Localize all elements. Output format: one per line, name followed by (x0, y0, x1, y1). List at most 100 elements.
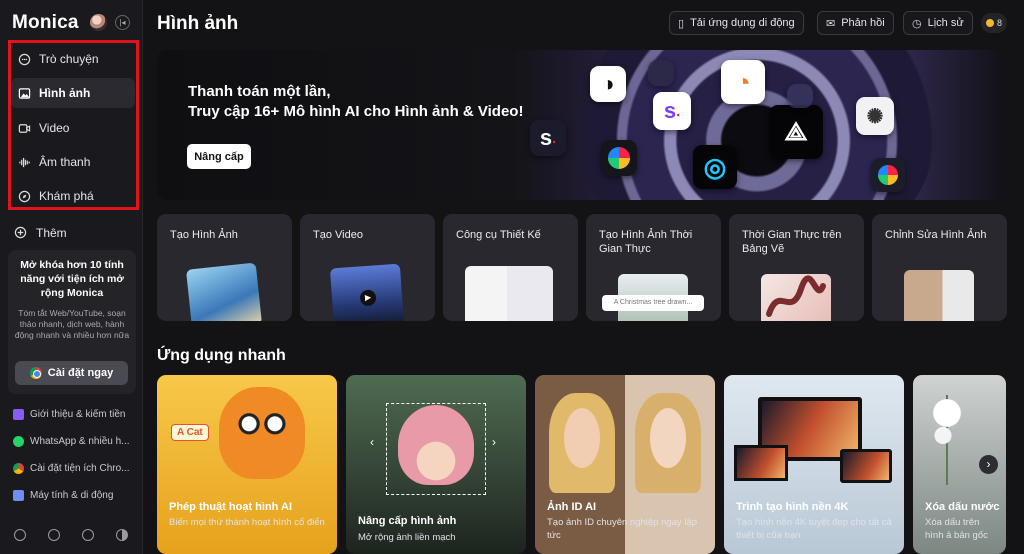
carousel-next-button[interactable]: › (979, 455, 998, 474)
arrow-right-icon: › (492, 435, 496, 449)
upgrade-button[interactable]: Nâng cấp (187, 144, 251, 169)
feature-card-title: Thời Gian Thực trên Bảng Vẽ (742, 229, 842, 255)
feature-card-design-tools[interactable]: Công cụ Thiết Kế (443, 214, 578, 321)
ai-model-logo-icon (787, 84, 813, 108)
quick-app-ai-id-photo[interactable]: Ảnh ID AI Tạo ảnh ID chuyên nghiệp ngay … (535, 375, 715, 554)
sidebar-item-label: Hình ảnh (39, 86, 91, 100)
sidebar-link-desktop-mobile[interactable]: Máy tính & di động (13, 490, 138, 501)
sidebar-item-label: Trò chuyện (39, 52, 99, 66)
feature-card-title: Chỉnh Sửa Hình Ảnh (885, 229, 987, 241)
feature-card-title: Công cụ Thiết Kế (456, 229, 541, 241)
feedback-button[interactable]: ✉ Phản hồi (817, 11, 894, 35)
ai-model-logo-icon: ✺ (856, 97, 894, 135)
sidebar-item-video[interactable]: Video (11, 113, 135, 143)
settings-icon[interactable] (82, 529, 94, 541)
brand-logo[interactable]: Monica (12, 12, 79, 34)
quick-app-title: Nâng cấp hình ảnh (358, 515, 457, 527)
sidebar-link-chrome-extension[interactable]: Cài đặt tiện ích Chro... (13, 463, 138, 474)
portrait-edit-thumbnail (904, 270, 974, 321)
quick-app-title: Ảnh ID AI (547, 501, 597, 513)
chrome-icon (29, 367, 42, 379)
chat-bubble-icon (17, 52, 31, 66)
sidebar-footer (14, 529, 128, 541)
arrow-left-icon: ‹ (370, 435, 374, 449)
prompt-caption: A Christmas tree drawn... (602, 295, 704, 311)
laptop-illustration (734, 445, 788, 481)
help-icon[interactable] (48, 529, 60, 541)
sidebar-item-explore[interactable]: Khám phá (11, 181, 135, 211)
sidebar-item-chat[interactable]: Trò chuyện (11, 44, 135, 74)
feature-card-title: Tạo Video (313, 229, 363, 241)
quick-app-description: Mở rộng ảnh liền mạch (358, 532, 456, 543)
header-button-label: Tải ứng dụng di động (690, 17, 795, 29)
flower-photo (927, 395, 967, 485)
quick-apps-title: Ứng dụng nhanh (157, 347, 286, 364)
theme-toggle-icon[interactable] (116, 529, 128, 541)
sidebar-item-audio[interactable]: Âm thanh (11, 147, 135, 177)
whatsapp-icon (13, 436, 24, 447)
feature-card-realtime-image[interactable]: Tạo Hình Ảnh Thời Gian Thực A Christmas … (586, 214, 721, 321)
banner-headline: Thanh toán một lần, (188, 83, 331, 100)
phone-icon: ▯ (678, 17, 685, 30)
quick-app-image-upscale[interactable]: ‹ › Nâng cấp hình ảnh Mở rộng ảnh liền m… (346, 375, 526, 554)
image-icon (17, 86, 31, 100)
sidebar: Monica |◂ Trò chuyện Hình ảnh Video Âm t… (0, 0, 143, 554)
collapse-sidebar-icon[interactable]: |◂ (115, 15, 130, 30)
ai-model-logo-icon: ◎ (693, 145, 737, 189)
quick-app-description: Xóa dấu trên hình ả bản gốc (925, 517, 988, 541)
ai-model-logo-icon: ⟁ (769, 105, 823, 159)
canvas-drawing-thumbnail (761, 274, 831, 321)
design-cards-thumbnail (465, 266, 553, 321)
sidebar-link-referral[interactable]: Giới thiệu & kiếm tiền (13, 409, 138, 420)
tablet-illustration (840, 449, 892, 483)
feature-card-title: Tạo Hình Ảnh (170, 229, 238, 241)
feature-card-realtime-canvas[interactable]: Thời Gian Thực trên Bảng Vẽ (729, 214, 864, 321)
mail-icon: ✉ (826, 17, 836, 30)
feature-card-title: Tạo Hình Ảnh Thời Gian Thực (599, 229, 693, 255)
sidebar-item-label: Video (39, 121, 70, 135)
home-icon[interactable] (14, 529, 26, 541)
avatar[interactable] (90, 14, 107, 31)
quick-app-description: Biến mọi thứ thành hoạt hình cổ điển (169, 517, 325, 528)
cartoon-cat-illustration (219, 387, 305, 479)
history-button[interactable]: ◷ Lịch sử (903, 11, 973, 35)
chrome-icon (13, 463, 24, 474)
ai-model-logo-icon (871, 158, 905, 192)
play-icon: ▶ (359, 289, 377, 307)
sidebar-link-label: Máy tính & di động (30, 490, 114, 501)
ai-model-logo-icon: s. (653, 92, 691, 130)
brush-stroke-icon (766, 275, 826, 317)
feature-card-create-video[interactable]: Tạo Video ▶ (300, 214, 435, 321)
sidebar-item-label: Khám phá (39, 189, 94, 203)
monica-app: Monica |◂ Trò chuyện Hình ảnh Video Âm t… (0, 0, 1024, 554)
cat-tag-label: A Cat (171, 424, 209, 441)
portrait-photo-left (549, 393, 615, 493)
sidebar-item-more[interactable]: Thêm (14, 226, 67, 240)
download-mobile-app-button[interactable]: ▯ Tải ứng dụng di động (669, 11, 804, 35)
ai-model-logo-icon: ◑ (590, 66, 626, 102)
quick-app-4k-wallpaper[interactable]: Trình tạo hình nền 4K Tạo hình nền 4K tu… (724, 375, 904, 554)
header-button-label: Phản hồi (841, 17, 885, 29)
portrait-photo-right (635, 393, 701, 493)
quick-app-ai-cartoon[interactable]: A Cat Phép thuật hoạt hình AI Biến mọi t… (157, 375, 337, 554)
promo-banner[interactable]: Thanh toán một lần, Truy cập 16+ Mô hình… (157, 50, 1006, 200)
credits-badge[interactable]: 8 (981, 13, 1008, 33)
sidebar-link-whatsapp[interactable]: WhatsApp & nhiều h... (13, 436, 138, 447)
ai-model-logo-icon (601, 140, 637, 176)
audio-wave-icon (17, 155, 31, 169)
devices-icon (13, 490, 24, 501)
quick-app-title: Phép thuật hoạt hình AI (169, 501, 293, 513)
quick-app-description: Tạo ảnh ID chuyên nghiệp ngay lập tức (547, 517, 697, 541)
ai-model-logo-icon: ◔ (721, 60, 765, 104)
city-video-thumbnail: ▶ (329, 263, 405, 321)
quick-app-title: Trình tạo hình nền 4K (736, 501, 849, 513)
feature-card-create-image[interactable]: Tạo Hình Ảnh (157, 214, 292, 321)
install-now-button[interactable]: Cài đặt ngay (15, 361, 128, 385)
sidebar-link-label: Cài đặt tiện ích Chro... (30, 463, 130, 474)
feature-card-edit-image[interactable]: Chỉnh Sửa Hình Ảnh (872, 214, 1007, 321)
sidebar-item-image[interactable]: Hình ảnh (11, 78, 135, 108)
quick-app-title: Xóa dấu nước (925, 501, 1000, 513)
ai-model-logo-icon: s. (530, 120, 566, 156)
plus-circle-icon (14, 226, 28, 240)
install-now-label: Cài đặt ngay (47, 367, 114, 379)
